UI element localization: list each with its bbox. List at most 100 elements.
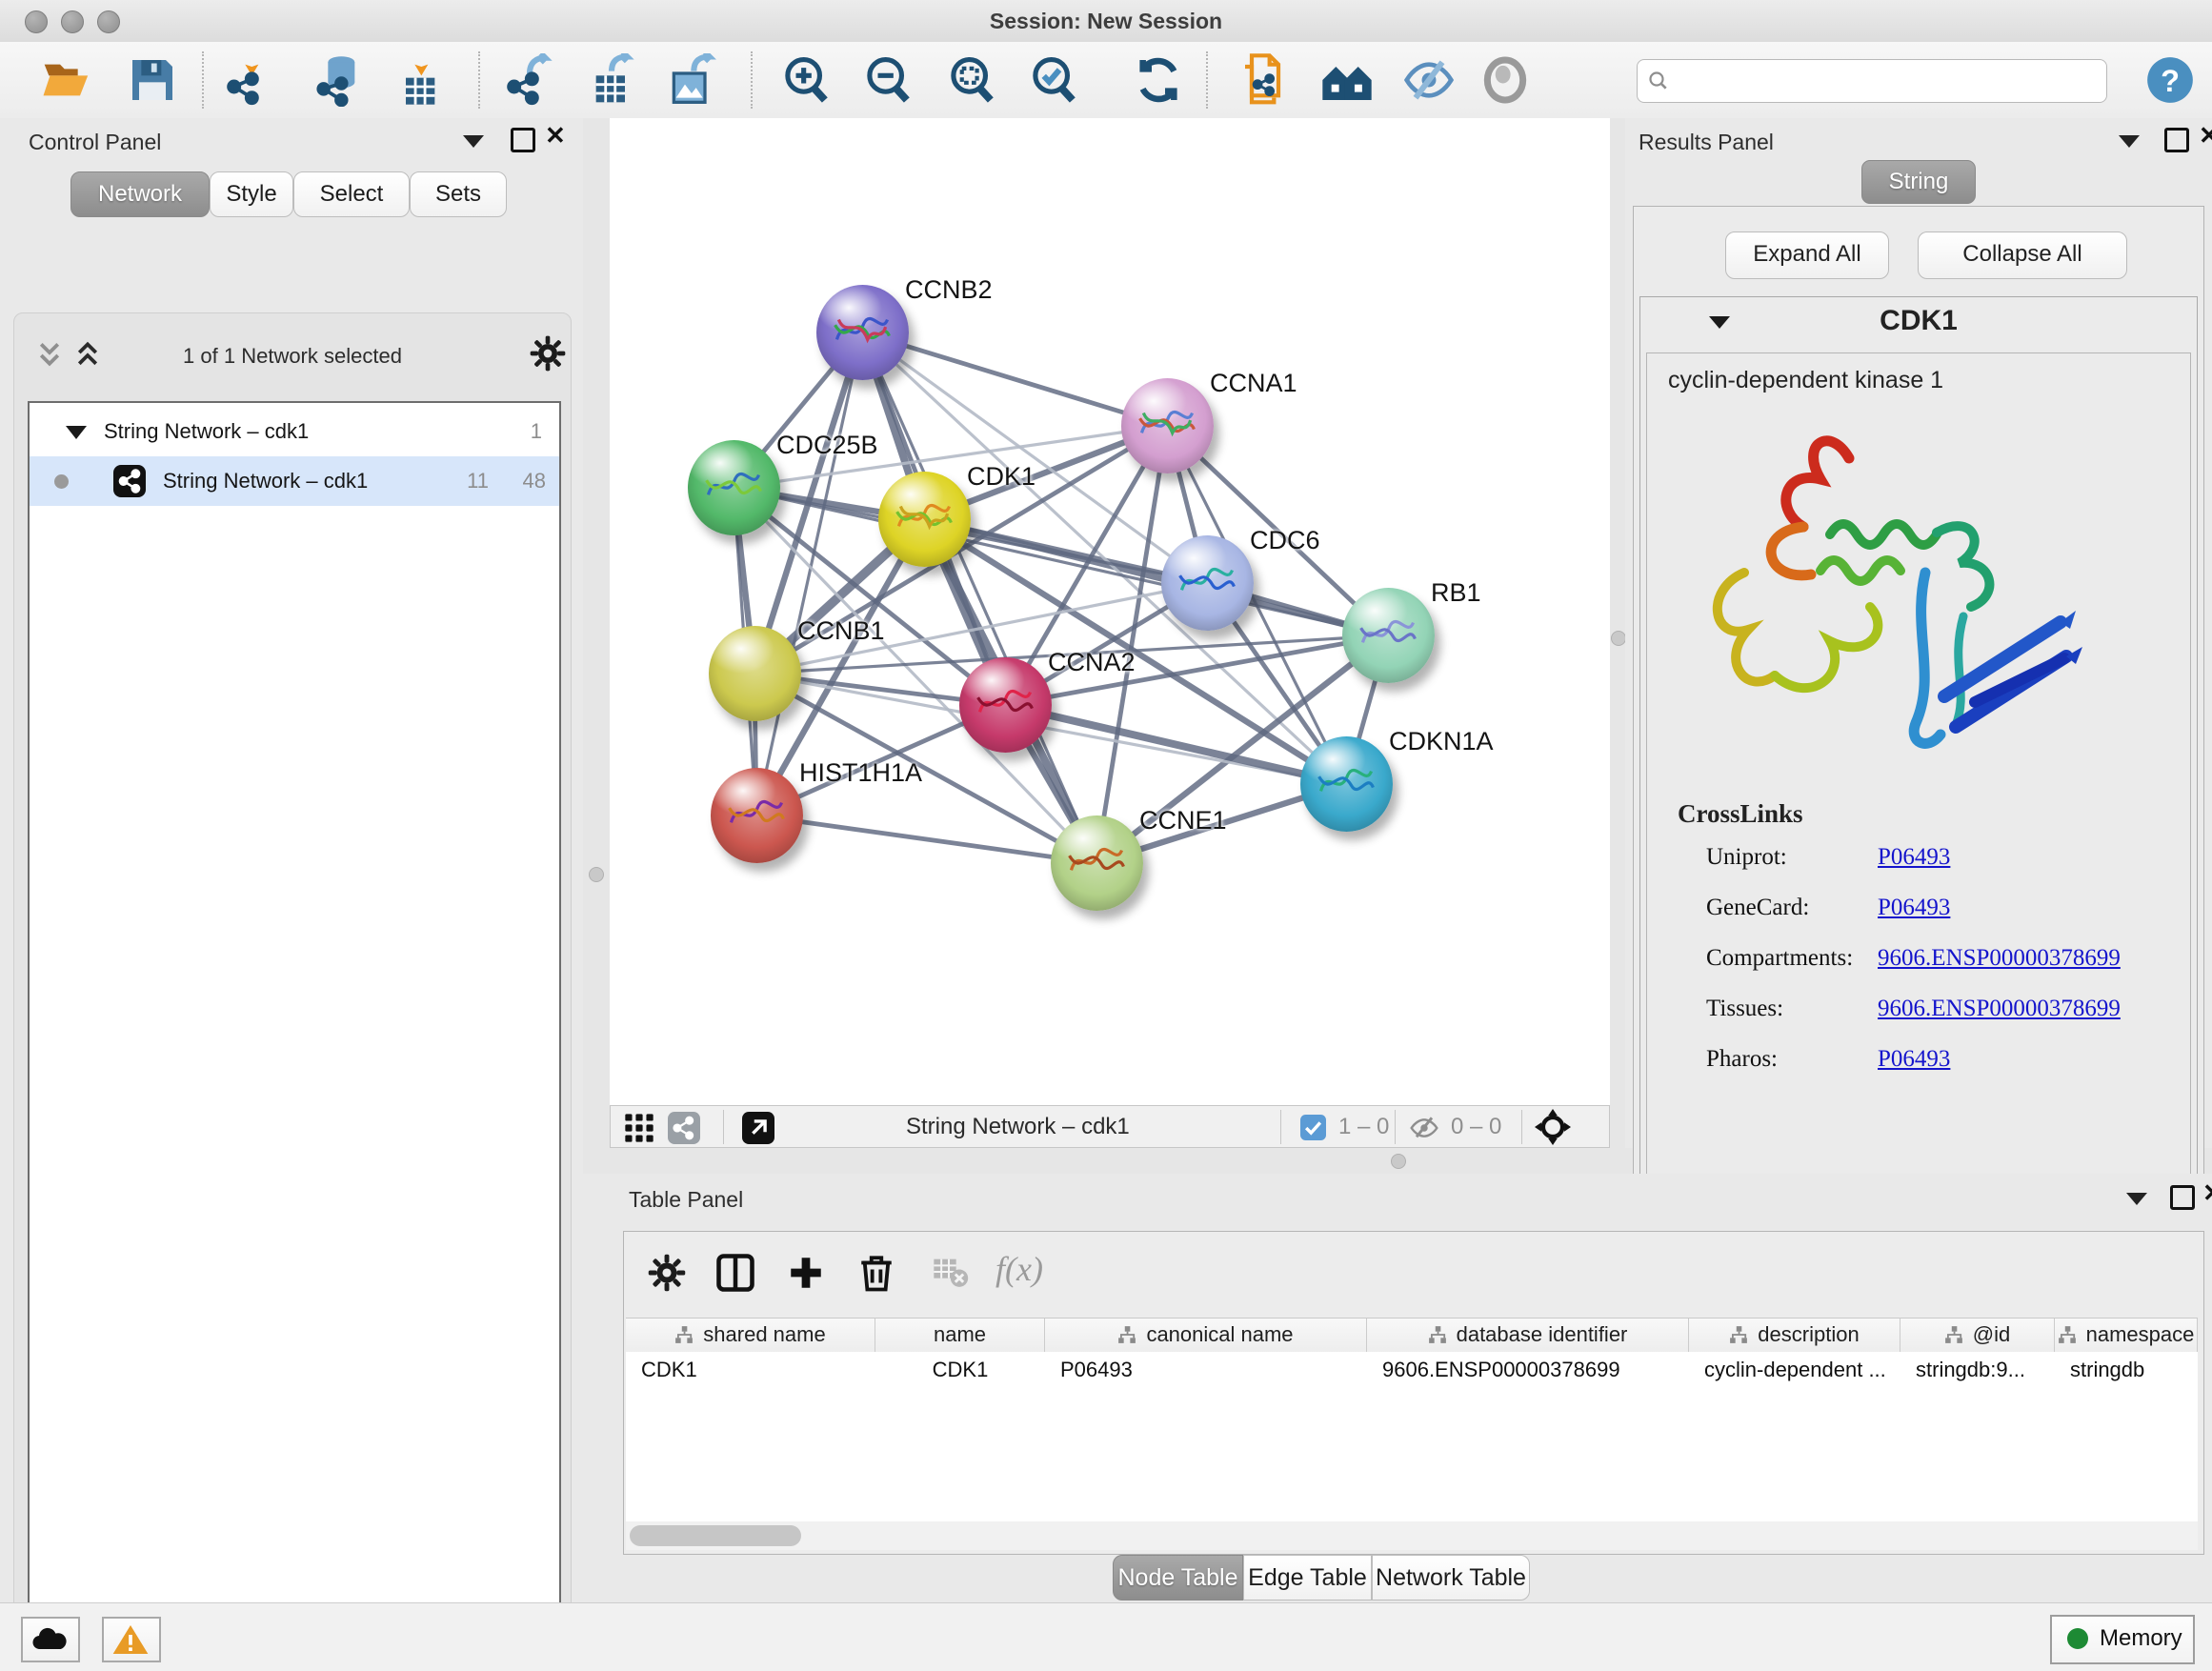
table-panel-maximize-icon[interactable]	[2170, 1185, 2195, 1210]
view-mode-share-icon[interactable]	[668, 1112, 700, 1144]
tab-node-table[interactable]: Node Table	[1113, 1555, 1243, 1601]
left-splitter[interactable]	[583, 118, 610, 1148]
tab-select[interactable]: Select	[293, 171, 410, 217]
import-database-icon[interactable]	[312, 53, 366, 107]
table-cell[interactable]: P06493	[1060, 1358, 1363, 1382]
zoom-in-icon[interactable]	[779, 53, 833, 107]
search-input[interactable]	[1679, 64, 2093, 96]
network-tree-row[interactable]: String Network – cdk11	[30, 407, 559, 456]
tab-network-table[interactable]: Network Table	[1372, 1555, 1530, 1601]
delete-column-trash-icon[interactable]	[856, 1253, 896, 1293]
splitter-handle[interactable]	[589, 867, 604, 882]
column-header-namespace[interactable]: namespace	[2055, 1319, 2198, 1353]
tab-style[interactable]: Style	[210, 171, 293, 217]
table-horizontal-scrollbar[interactable]	[626, 1521, 2198, 1550]
column-header-canonical-name[interactable]: canonical name	[1045, 1319, 1367, 1353]
column-header-label: namespace	[2086, 1322, 2195, 1346]
column-header-shared-name[interactable]: shared name	[626, 1319, 875, 1353]
column-header-description[interactable]: description	[1689, 1319, 1900, 1353]
import-table-icon[interactable]	[392, 53, 446, 107]
search-field[interactable]	[1637, 59, 2107, 103]
zoom-selected-icon[interactable]	[1027, 53, 1080, 107]
table-cell[interactable]: stringdb:9...	[1916, 1358, 2051, 1382]
toolbar-separator	[723, 1110, 724, 1144]
table-panel-float-icon[interactable]	[2126, 1193, 2147, 1205]
protein-node-cdc25b[interactable]	[688, 440, 780, 535]
network-canvas[interactable]: CCNB2CCNA1CDC25BCDK1CDC6RB1CCNB1CCNA2CDK…	[610, 118, 1610, 1105]
table-cell[interactable]: CDK1	[641, 1358, 872, 1382]
splitter-handle[interactable]	[1391, 1154, 1406, 1169]
results-panel-close-icon[interactable]: ✕	[2199, 126, 2212, 145]
hide-eye-slash-icon[interactable]	[1402, 53, 1456, 107]
show-eye-icon[interactable]	[1478, 53, 1532, 107]
tree-expander-icon[interactable]	[66, 426, 87, 439]
network-edge[interactable]	[756, 815, 1096, 863]
save-session-icon[interactable]	[126, 53, 179, 107]
crosslink-link[interactable]: P06493	[1878, 1046, 1950, 1073]
protein-node-cdk1[interactable]	[878, 472, 971, 567]
protein-node-cdkn1a[interactable]	[1300, 736, 1393, 832]
ribbon-thumbnail	[699, 457, 768, 511]
protein-node-rb1[interactable]	[1342, 588, 1435, 683]
selected-checkbox-icon[interactable]	[1300, 1115, 1326, 1140]
table-cell[interactable]: stringdb	[2070, 1358, 2194, 1382]
protein-node-ccnb1[interactable]	[709, 626, 801, 721]
import-network-icon[interactable]	[223, 53, 276, 107]
gear-icon[interactable]	[529, 334, 567, 372]
protein-node-ccna1[interactable]	[1121, 378, 1214, 473]
toolbar-separator	[1206, 51, 1208, 109]
crosslink-link[interactable]: P06493	[1878, 895, 1950, 921]
network-from-document-icon[interactable]	[1238, 53, 1292, 107]
zoom-fit-icon[interactable]	[945, 53, 998, 107]
crosslink-link[interactable]: P06493	[1878, 844, 1950, 871]
grid-mode-icon[interactable]	[624, 1113, 654, 1143]
results-panel-maximize-icon[interactable]	[2164, 128, 2189, 152]
warnings-button[interactable]	[102, 1617, 161, 1662]
export-table-icon[interactable]	[585, 53, 638, 107]
results-panel-float-icon[interactable]	[2119, 135, 2140, 148]
protein-node-ccne1[interactable]	[1051, 815, 1143, 911]
gear-icon[interactable]	[647, 1253, 687, 1293]
export-network-icon[interactable]	[503, 53, 556, 107]
column-header-database-identifier[interactable]: database identifier	[1367, 1319, 1689, 1353]
protein-node-cdc6[interactable]	[1161, 535, 1254, 631]
refresh-icon[interactable]	[1132, 53, 1185, 107]
birdseye-crosshair-icon[interactable]	[1535, 1109, 1571, 1145]
control-panel-float-icon[interactable]	[463, 135, 484, 148]
column-header-name[interactable]: name	[875, 1319, 1045, 1353]
crosslink-link[interactable]: 9606.ENSP00000378699	[1878, 945, 2121, 972]
crosslink-link[interactable]: 9606.ENSP00000378699	[1878, 996, 2121, 1022]
houses-icon[interactable]	[1320, 53, 1374, 107]
control-panel-maximize-icon[interactable]	[511, 128, 535, 152]
control-panel-close-icon[interactable]: ✕	[545, 126, 566, 145]
add-column-icon[interactable]	[786, 1253, 826, 1293]
cloud-button[interactable]	[21, 1617, 80, 1662]
protein-node-ccna2[interactable]	[959, 657, 1052, 753]
zoom-out-icon[interactable]	[861, 53, 915, 107]
tab-network[interactable]: Network	[70, 171, 210, 217]
protein-node-hist1h1a[interactable]	[711, 768, 803, 863]
show-columns-icon[interactable]	[715, 1253, 755, 1293]
export-image-icon[interactable]	[665, 53, 718, 107]
network-edge[interactable]	[862, 332, 1167, 426]
tab-sets[interactable]: Sets	[410, 171, 507, 217]
table-cell[interactable]: CDK1	[875, 1358, 1045, 1382]
table-cell[interactable]: cyclin-dependent ...	[1704, 1358, 1897, 1382]
tab-string[interactable]: String	[1861, 160, 1976, 204]
right-splitter[interactable]	[1610, 118, 1625, 1148]
table-cell[interactable]: 9606.ENSP00000378699	[1382, 1358, 1685, 1382]
collapse-all-button[interactable]: Collapse All	[1918, 232, 2127, 279]
expand-all-button[interactable]: Expand All	[1725, 232, 1889, 279]
network-tree-row[interactable]: String Network – cdk11148	[30, 456, 559, 506]
memory-button[interactable]: Memory	[2050, 1615, 2195, 1664]
tab-edge-table[interactable]: Edge Table	[1243, 1555, 1372, 1601]
column-header-@id[interactable]: @id	[1900, 1319, 2055, 1353]
table-panel-close-icon[interactable]: ✕	[2202, 1183, 2212, 1202]
open-session-icon[interactable]	[40, 53, 93, 107]
scrollbar-thumb[interactable]	[630, 1525, 801, 1546]
detach-view-icon[interactable]	[742, 1112, 774, 1144]
splitter-handle[interactable]	[1611, 631, 1626, 646]
help-icon[interactable]: ?	[2145, 55, 2195, 105]
protein-node-ccnb2[interactable]	[816, 285, 909, 380]
network-edge[interactable]	[756, 332, 862, 815]
